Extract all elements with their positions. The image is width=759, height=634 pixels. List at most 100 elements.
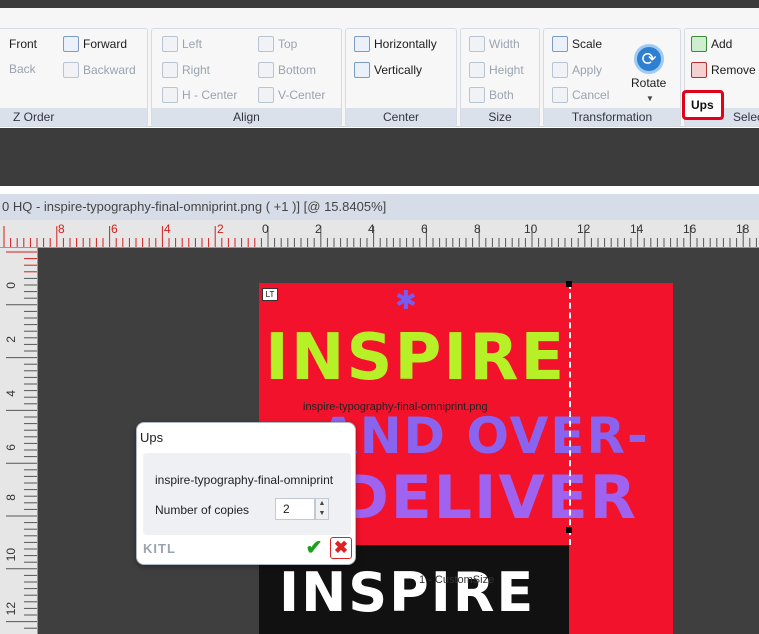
align-bottom-button[interactable]: Bottom	[258, 62, 316, 78]
rotate-icon: ⟳	[634, 44, 664, 74]
size-height-button[interactable]: Height	[469, 62, 524, 78]
kitl-logo: KITL	[143, 541, 176, 556]
scale-button[interactable]: Scale	[552, 36, 602, 52]
align-group-label: Align	[152, 108, 341, 126]
ups-dialog-title: Ups	[140, 430, 164, 445]
center-vertical-icon	[354, 62, 370, 78]
ruler-label: 6	[421, 222, 428, 236]
center-vertically-button[interactable]: Vertically	[354, 62, 422, 78]
remove-button[interactable]: Remove	[691, 62, 756, 78]
rotate-dropdown-icon: ▼	[646, 94, 654, 103]
center-group-label: Center	[346, 108, 456, 126]
ruler-label: 6	[4, 444, 18, 451]
ups-button[interactable]: Ups	[682, 90, 724, 120]
selection-handle[interactable]	[566, 527, 572, 533]
stepper-down-icon[interactable]: ▼	[319, 510, 326, 517]
checkmark-icon: ✔	[305, 537, 323, 559]
copies-stepper[interactable]: ▲ ▼	[315, 498, 329, 520]
size-group: Width Height Both Size	[460, 28, 540, 127]
ok-button[interactable]: ✔	[303, 537, 325, 559]
ruler-label: 8	[58, 222, 65, 236]
copies-input[interactable]: 2	[275, 498, 315, 520]
front-button[interactable]: Front	[9, 37, 37, 51]
transformation-group-label: Transformation	[544, 108, 680, 126]
align-bottom-icon	[258, 62, 274, 78]
remove-icon	[691, 62, 707, 78]
align-top-button[interactable]: Top	[258, 36, 297, 52]
forward-icon	[63, 36, 79, 52]
poster-headline-1: INSPIRE	[265, 321, 567, 395]
size-both-button[interactable]: Both	[469, 87, 514, 103]
align-left-icon	[162, 36, 178, 52]
ruler-label: 4	[4, 390, 18, 397]
ruler-label: 8	[4, 494, 18, 501]
ruler-label: 2	[4, 336, 18, 343]
app-window: Front Back Forward Backward Z Order Left…	[0, 0, 759, 634]
title-strip	[0, 0, 759, 8]
align-hcenter-button[interactable]: H - Center	[162, 87, 237, 103]
align-right-button[interactable]: Right	[162, 62, 210, 78]
close-icon: ✖	[333, 538, 349, 557]
transformation-group: Scale Apply Cancel Rotate ▼ Transformati…	[543, 28, 681, 127]
poster-headline-4: INSPIRE	[279, 561, 536, 624]
ruler-label: 0	[262, 222, 269, 236]
poster-headline-2: AND OVER-	[319, 407, 650, 465]
selection-handle[interactable]	[566, 281, 572, 287]
ruler-label: 12	[577, 222, 591, 236]
ruler-label: 12	[4, 602, 18, 616]
scale-icon	[552, 36, 568, 52]
rotate-button[interactable]: Rotate	[631, 76, 666, 90]
ups-filename: inspire-typography-final-omniprint	[155, 473, 334, 487]
vertical-ruler[interactable]: 0 2 4 6 8 10 12	[0, 248, 38, 634]
align-left-button[interactable]: Left	[162, 36, 202, 52]
zorder-group: Front Back Forward Backward Z Order	[0, 28, 148, 127]
align-group: Left Right H - Center Top Bottom V-Cente…	[151, 28, 342, 127]
horizontal-ruler[interactable]: 8 6 4 2 0 2 4 6 8 10 12 14 16 18	[0, 220, 759, 248]
ruler-label: 18	[736, 222, 750, 236]
ruler-label: 0	[4, 282, 18, 289]
dark-toolbar-band	[0, 128, 759, 186]
center-horizontally-button[interactable]: Horizontally	[354, 36, 437, 52]
document-tab[interactable]: 0 HQ - inspire-typography-final-omniprin…	[0, 194, 759, 220]
poster-headline-3: DELIVER	[339, 463, 638, 533]
forward-button[interactable]: Forward	[63, 36, 127, 52]
custom-size-label: 1 - CustomSize	[419, 574, 495, 586]
cancel-transform-button[interactable]: Cancel	[552, 87, 609, 103]
align-top-icon	[258, 36, 274, 52]
copies-label: Number of copies	[155, 503, 250, 517]
cancel-button[interactable]: ✖	[330, 537, 352, 559]
add-icon	[691, 36, 707, 52]
ribbon-toolbar: Front Back Forward Backward Z Order Left…	[0, 8, 759, 127]
center-horizontal-icon	[354, 36, 370, 52]
center-group: Horizontally Vertically Center	[345, 28, 457, 127]
apply-button[interactable]: Apply	[552, 62, 602, 78]
backward-button[interactable]: Backward	[63, 62, 136, 78]
backward-icon	[63, 62, 79, 78]
both-size-icon	[469, 87, 485, 103]
ruler-ticks	[6, 251, 37, 629]
selection-guide	[569, 283, 571, 545]
back-button[interactable]: Back	[9, 62, 36, 76]
ruler-label: 4	[164, 222, 171, 236]
ruler-label: 8	[474, 222, 481, 236]
corner-tag: LT	[262, 288, 278, 301]
ruler-label: 10	[4, 548, 18, 562]
size-group-label: Size	[461, 108, 539, 126]
add-button[interactable]: Add	[691, 36, 732, 52]
size-width-button[interactable]: Width	[469, 36, 520, 52]
ruler-label: 10	[524, 222, 538, 236]
ups-dialog: Ups inspire-typography-final-omniprint N…	[136, 422, 356, 565]
ups-button-label: Ups	[691, 98, 714, 112]
ruler-label: 6	[111, 222, 118, 236]
align-hcenter-icon	[162, 87, 178, 103]
align-vcenter-button[interactable]: V-Center	[258, 87, 325, 103]
apply-icon	[552, 62, 568, 78]
ruler-label: 2	[315, 222, 322, 236]
height-icon	[469, 62, 485, 78]
width-icon	[469, 36, 485, 52]
ruler-label: 14	[630, 222, 644, 236]
stepper-up-icon[interactable]: ▲	[319, 500, 326, 507]
align-right-icon	[162, 62, 178, 78]
ruler-label: 16	[683, 222, 697, 236]
zorder-group-label: Z Order	[0, 108, 147, 126]
